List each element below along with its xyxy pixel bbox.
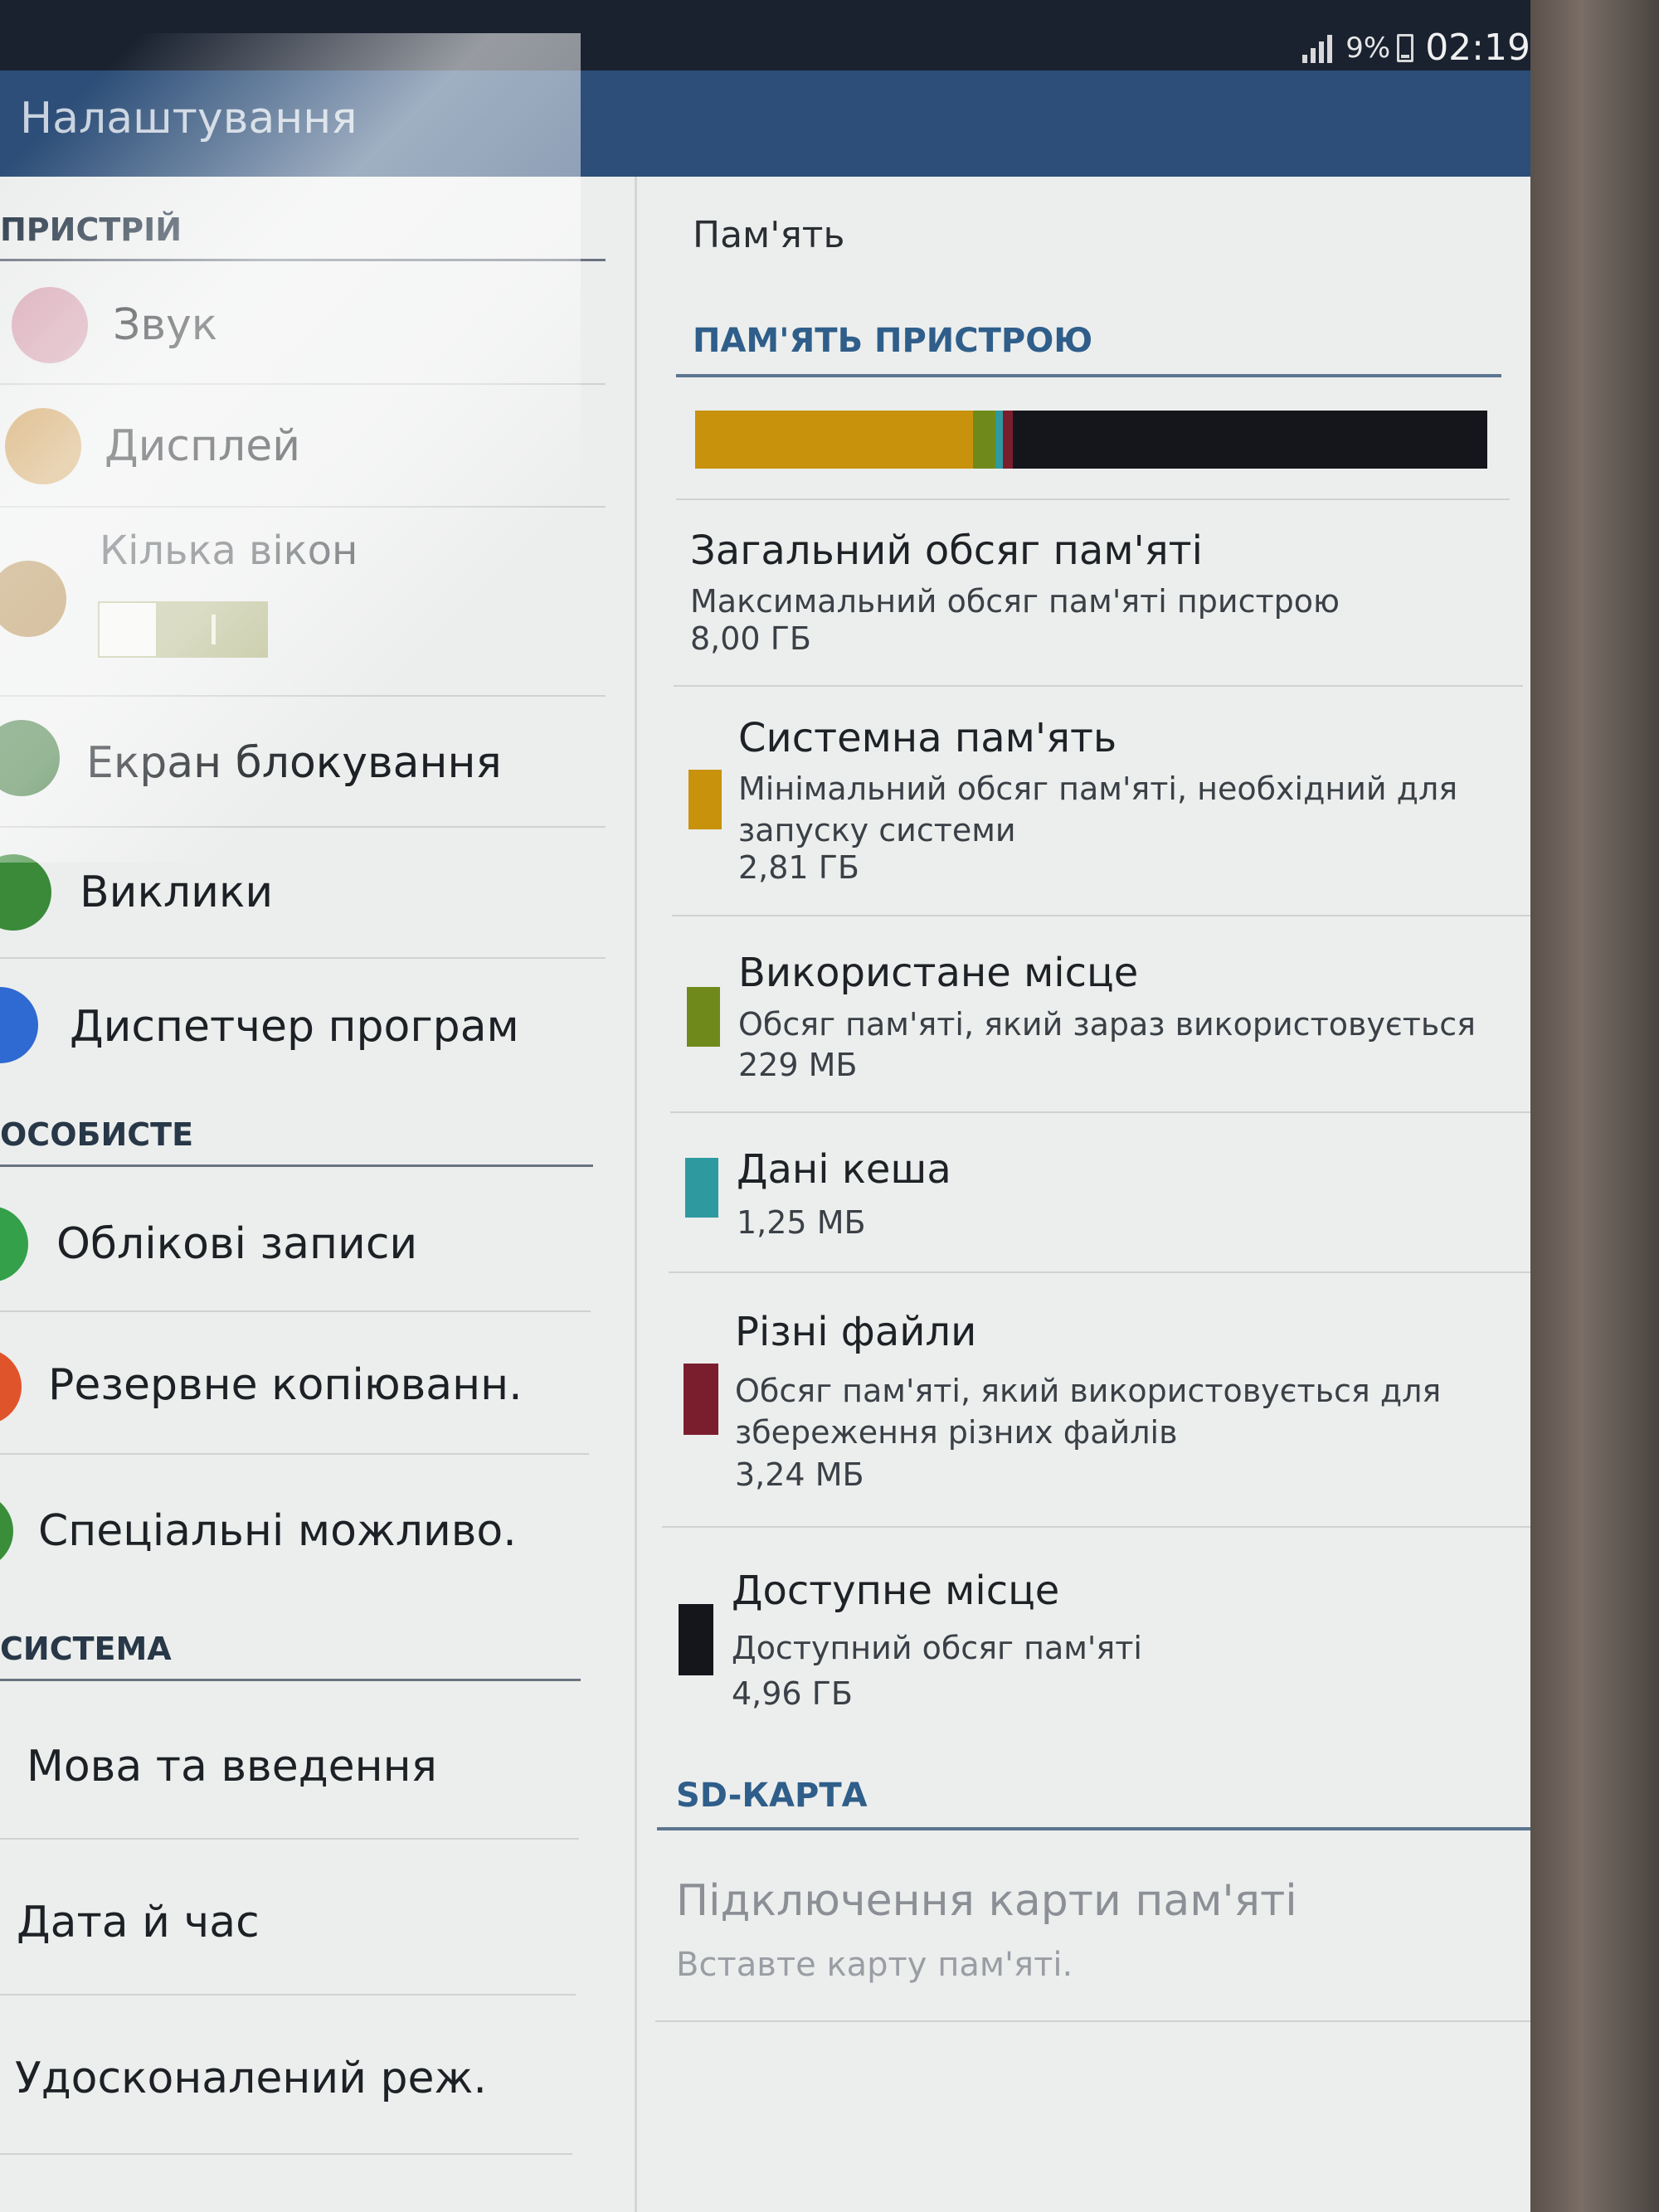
row-divider bbox=[672, 915, 1530, 916]
entry-subtitle: Обсяг пам'яті, який зараз використовуєть… bbox=[738, 1006, 1476, 1043]
clock: 02:19 bbox=[1425, 27, 1530, 69]
nav-item-label: Виклики bbox=[80, 868, 274, 917]
page-title: Пам'ять bbox=[693, 214, 845, 256]
misc-files-swatch bbox=[684, 1364, 718, 1435]
row-divider bbox=[655, 2020, 1530, 2022]
entry-subtitle: Максимальний обсяг пам'яті пристрою bbox=[690, 583, 1340, 620]
nav-item-label: Кілька вікон bbox=[100, 527, 358, 574]
sd-card-subtitle: Вставте карту пам'яті. bbox=[676, 1946, 1073, 1984]
battery-percent: 9% bbox=[1345, 31, 1391, 65]
usage-segment-cache bbox=[995, 411, 1003, 469]
row-divider bbox=[0, 695, 606, 697]
nav-item-label: Звук bbox=[113, 300, 218, 350]
settings-title: Налаштування bbox=[20, 94, 358, 143]
entry-title: Різні файли bbox=[735, 1309, 977, 1355]
device-bezel bbox=[1530, 0, 1659, 2212]
speaker-icon bbox=[12, 287, 88, 363]
section-personal: ОСОБИСТЕ bbox=[0, 1116, 194, 1153]
entry-subtitle: Мінімальний обсяг пам'яті, необхідний дл… bbox=[738, 771, 1458, 848]
row-divider bbox=[0, 1310, 591, 1312]
row-divider bbox=[0, 957, 606, 959]
system-memory-swatch bbox=[688, 770, 722, 829]
nav-item-label: Мова та введення bbox=[27, 1742, 437, 1791]
row-divider bbox=[676, 498, 1510, 500]
cache-data-swatch bbox=[685, 1158, 718, 1218]
action-bar: Налаштування bbox=[0, 70, 1530, 177]
row-divider bbox=[0, 826, 606, 828]
entry-value: 1,25 МБ bbox=[737, 1204, 866, 1241]
toggle-thumb bbox=[100, 603, 156, 656]
section-divider bbox=[0, 1679, 581, 1681]
row-divider bbox=[0, 1838, 579, 1840]
entry-subtitle: Обсяг пам'яті, який використовується для… bbox=[735, 1373, 1442, 1451]
status-indicators: 9% 02:19 bbox=[1302, 27, 1530, 69]
nav-item-label: Удосконалений реж. bbox=[15, 2054, 487, 2103]
entry-title: Доступне місце bbox=[732, 1568, 1060, 1614]
usage-segment-misc bbox=[1002, 411, 1013, 469]
section-divider bbox=[657, 1827, 1530, 1830]
screen: 9% 02:19 Налаштування ПРИСТРІЙ Звук Дисп… bbox=[0, 0, 1530, 2212]
usage-segment-used bbox=[973, 411, 995, 469]
entry-value: 3,24 МБ bbox=[735, 1456, 864, 1493]
nav-item-label: Резервне копіюванн. bbox=[48, 1360, 523, 1410]
row-divider bbox=[0, 506, 606, 508]
battery-icon bbox=[1397, 33, 1414, 62]
row-divider bbox=[674, 685, 1523, 687]
entry-value: 2,81 ГБ bbox=[738, 849, 859, 886]
multi-window-toggle[interactable] bbox=[98, 601, 268, 658]
nav-item-label: Дисплей bbox=[105, 421, 301, 471]
toggle-on-indicator bbox=[212, 615, 216, 644]
status-bar: 9% 02:19 bbox=[0, 0, 1530, 70]
row-divider bbox=[0, 1453, 589, 1455]
row-divider bbox=[662, 1526, 1530, 1528]
entry-title: Системна пам'ять bbox=[738, 715, 1117, 761]
entry-value: 229 МБ bbox=[738, 1047, 858, 1083]
nav-item-label: Екран блокування bbox=[86, 738, 502, 788]
entry-title: Дані кеша bbox=[737, 1146, 951, 1193]
entry-title: Використане місце bbox=[738, 950, 1139, 996]
row-divider bbox=[669, 1271, 1530, 1273]
entry-value: 4,96 ГБ bbox=[732, 1675, 853, 1712]
entry-value: 8,00 ГБ bbox=[690, 620, 811, 657]
section-divider bbox=[0, 259, 606, 261]
display-icon bbox=[5, 408, 81, 484]
entry-title: Загальний обсяг пам'яті bbox=[690, 527, 1203, 574]
sd-card-title: Підключення карти пам'яті bbox=[676, 1876, 1297, 1926]
section-divider bbox=[0, 1164, 593, 1167]
nav-item-label: Спеціальні можливо. bbox=[38, 1506, 517, 1556]
row-divider bbox=[0, 2153, 572, 2155]
nav-item-label: Дата й час bbox=[17, 1898, 260, 1947]
available-space-swatch bbox=[679, 1604, 713, 1675]
row-divider bbox=[0, 383, 606, 385]
row-divider bbox=[670, 1111, 1530, 1113]
nav-item-label: Диспетчер програм bbox=[70, 1002, 519, 1052]
nav-item-label: Облікові записи bbox=[56, 1219, 418, 1269]
section-device: ПРИСТРІЙ bbox=[0, 211, 182, 248]
signal-icon bbox=[1302, 33, 1333, 63]
storage-usage-bar bbox=[695, 411, 1487, 469]
section-system: СИСТЕМА bbox=[0, 1631, 172, 1667]
usage-segment-system bbox=[695, 411, 974, 469]
device-memory-header: ПАМ'ЯТЬ ПРИСТРОЮ bbox=[693, 322, 1093, 360]
section-divider bbox=[676, 374, 1501, 377]
usage-segment-available bbox=[1012, 411, 1487, 469]
row-divider bbox=[0, 1994, 576, 1996]
entry-subtitle: Доступний обсяг пам'яті bbox=[732, 1630, 1142, 1666]
used-space-swatch bbox=[687, 987, 720, 1047]
sd-card-header: SD-КАРТА bbox=[676, 1777, 868, 1815]
